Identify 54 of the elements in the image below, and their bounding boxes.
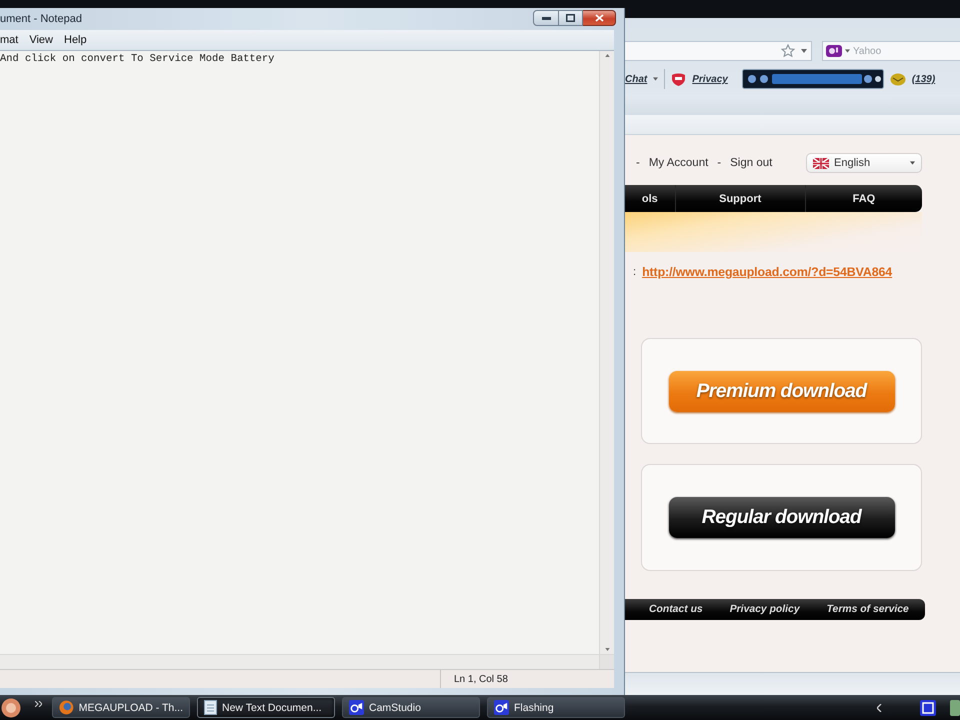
minimize-button[interactable] xyxy=(533,10,559,26)
video-camera-icon xyxy=(349,700,364,715)
menu-item[interactable]: View xyxy=(29,34,53,46)
download-button[interactable]: Regular download xyxy=(668,497,894,538)
text-editor-area[interactable]: And click on convert To Service Mode Battery xyxy=(0,50,614,669)
account-link[interactable]: Sign out xyxy=(730,157,772,169)
flag-icon xyxy=(813,158,829,168)
notepad-icon xyxy=(204,700,217,715)
search-engine-icon[interactable] xyxy=(826,44,842,57)
taskbar-button[interactable]: CamStudio xyxy=(342,697,480,718)
video-camera-icon xyxy=(494,700,509,715)
footer-link[interactable]: Privacy policy xyxy=(730,604,800,615)
taskbar-button[interactable]: Flashing xyxy=(487,697,625,718)
globe-icon xyxy=(59,700,74,715)
caret-icon xyxy=(910,161,915,165)
taskbar-button[interactable]: MEGAUPLOAD - Th... xyxy=(52,697,190,718)
star-icon[interactable] xyxy=(781,44,795,58)
vertical-scrollbar[interactable] xyxy=(599,51,614,654)
link-separator: - xyxy=(636,157,640,169)
nav-link[interactable]: ols xyxy=(625,185,675,212)
document-text: And click on convert To Service Mode Battery xyxy=(0,52,276,65)
maximize-icon xyxy=(566,14,575,22)
chevron-left-icon[interactable] xyxy=(877,704,882,712)
double-chevron-icon[interactable] xyxy=(35,700,42,706)
maximize-button[interactable] xyxy=(559,10,583,26)
horizontal-scrollbar[interactable] xyxy=(0,654,599,669)
privacy-link[interactable]: Privacy xyxy=(692,74,728,85)
taskbar-button[interactable]: New Text Documen... xyxy=(197,697,335,718)
minimize-icon xyxy=(542,16,550,20)
close-icon xyxy=(594,14,604,22)
menu-item[interactable]: mat xyxy=(0,34,18,46)
footer-link[interactable]: Terms of service xyxy=(826,604,909,615)
link-label: : xyxy=(633,266,636,278)
toolbar-widget[interactable] xyxy=(742,69,884,90)
scroll-down-icon[interactable] xyxy=(604,648,610,651)
account-link[interactable]: My Account xyxy=(648,157,708,169)
window-title: ument - Notepad xyxy=(0,13,83,25)
caret-icon[interactable] xyxy=(801,48,807,53)
scroll-up-icon[interactable] xyxy=(604,54,610,57)
link-separator: - xyxy=(717,157,722,169)
caret-icon[interactable] xyxy=(845,48,850,53)
mail-icon[interactable] xyxy=(890,72,906,86)
footer-link[interactable]: Contact us xyxy=(649,604,703,615)
search-field[interactable]: Yahoo xyxy=(822,41,960,62)
chat-link[interactable]: Chat xyxy=(625,74,648,85)
cursor-position: Ln 1, Col 58 xyxy=(440,670,508,688)
tray-app-icon[interactable] xyxy=(920,700,936,716)
start-orb-icon[interactable] xyxy=(1,698,21,718)
menu-item[interactable]: Help xyxy=(64,34,87,46)
mail-count-link[interactable]: (139) xyxy=(912,74,936,85)
language-select[interactable]: English xyxy=(806,153,922,173)
caret-icon[interactable] xyxy=(653,77,658,82)
shield-icon[interactable] xyxy=(671,72,686,86)
close-button[interactable] xyxy=(583,10,616,26)
